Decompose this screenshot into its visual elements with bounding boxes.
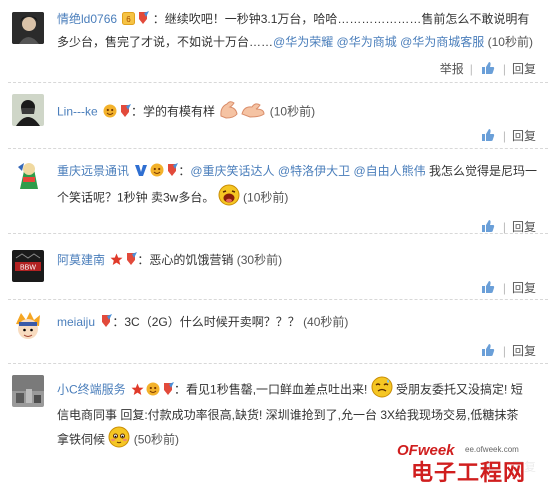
comment-text: ：恶心的饥饿营销 (137, 253, 234, 267)
verified-v-icon (134, 163, 148, 184)
reply-button[interactable]: 回复 (512, 59, 536, 79)
mention-link[interactable]: @自由人熊伟 (353, 164, 425, 178)
comment-item: Lin---ke ：学的有模有样 (10秒前) | 回复 (0, 83, 554, 148)
medal-icon (100, 314, 113, 335)
user-avatar-icon (12, 310, 44, 342)
medal-icon (166, 163, 179, 184)
svg-text:6: 6 (127, 15, 132, 24)
medal-icon (137, 11, 150, 32)
medal-icon (125, 252, 138, 273)
comment-actions: | 回复 (479, 125, 536, 145)
ofweek-watermark-logo: OFweek ee.ofweek.com 电子工程网 (389, 436, 554, 488)
comment-actions: 举报 | | 回复 (440, 58, 536, 78)
reply-button[interactable]: 回复 (512, 278, 536, 298)
report-button[interactable]: 举报 (440, 59, 464, 79)
star-icon (131, 382, 144, 403)
user-avatar-icon: BBW (12, 250, 44, 282)
avatar[interactable] (12, 375, 44, 407)
medal-icon (119, 103, 132, 125)
user-avatar-icon (12, 12, 44, 44)
mention-link[interactable]: @华为商城客服 (400, 35, 484, 49)
avatar[interactable] (12, 159, 44, 191)
star-icon (110, 252, 123, 273)
watermark-logo: OFweek (397, 442, 455, 459)
blush-emoji-icon (108, 426, 130, 455)
user-avatar-icon (12, 159, 44, 191)
watermark: OFweek ee.ofweek.com 电子工程网 (389, 436, 554, 488)
watermark-site-name: 电子工程网 (411, 461, 526, 486)
comment-actions: | 回复 (479, 340, 536, 360)
timestamp: (50秒前) (133, 432, 180, 447)
like-icon[interactable] (479, 341, 497, 361)
laughing-emoji-icon (218, 184, 240, 213)
timestamp: (10秒前) (487, 35, 533, 49)
emoji-badge-icon (150, 163, 164, 184)
comment-text: ：学的有模有样 (131, 104, 216, 119)
medal-icon (162, 381, 175, 403)
comment-item: meiaiju ：3C（2G）什么时候开卖啊？？？ (40秒前) | 回复 (0, 300, 554, 363)
like-icon[interactable] (479, 59, 497, 79)
username-link[interactable]: meiaiju (57, 315, 95, 329)
mention-link[interactable]: @特洛伊大卫 (278, 164, 350, 178)
emoji-badge-icon (103, 104, 117, 125)
comment-item: BBW 阿莫建南 ：恶心的饥饿营销 (30秒前) | 回复 (0, 234, 554, 299)
avatar[interactable] (12, 310, 44, 342)
mention-link[interactable]: @华为商城 (337, 35, 397, 49)
separator: | (502, 280, 506, 295)
comment-text: ： (178, 164, 191, 178)
muscle-emoji-icon (240, 100, 266, 125)
mention-link[interactable]: @重庆笑话达人 (190, 164, 274, 178)
separator: | (469, 61, 473, 76)
user-avatar-icon (12, 375, 44, 407)
timestamp: (10秒前) (243, 190, 289, 205)
username-link[interactable]: 阿莫建南 (57, 253, 105, 267)
timestamp: (40秒前) (303, 315, 349, 329)
comment-actions: | 回复 (479, 277, 536, 297)
like-icon[interactable] (479, 278, 497, 298)
separator: | (502, 343, 506, 358)
mention-link[interactable]: @华为荣耀 (273, 35, 333, 49)
separator: | (502, 128, 506, 143)
avatar[interactable] (12, 94, 44, 126)
username-link[interactable]: Lin---ke (57, 105, 98, 119)
username-link[interactable]: 重庆远景通讯 (57, 164, 129, 178)
avatar[interactable]: BBW (12, 250, 44, 282)
comment-item: 重庆远景通讯 ：@重庆笑话达人 @特洛伊大卫 @自由人熊伟 我怎么觉得是尼玛一个… (0, 149, 554, 234)
reply-button[interactable]: 回复 (512, 126, 536, 146)
comment-item: 情绝ld0766 6 ：继续吹吧！一秒钟3.1万台，哈哈…………………售前怎么不… (0, 0, 554, 82)
user-avatar-icon (12, 94, 44, 126)
svg-text:BBW: BBW (20, 265, 36, 272)
watermark-url: ee.ofweek.com (465, 445, 519, 454)
emoji-badge-icon (146, 382, 160, 403)
reply-button[interactable]: 回复 (512, 341, 536, 361)
separator: | (502, 61, 506, 76)
username-link[interactable]: 小C终端服务 (57, 383, 126, 397)
muscle-emoji-icon (218, 99, 240, 126)
comment-text: ：3C（2G）什么时候开卖啊？？？ (112, 315, 300, 329)
vip-badge-icon: 6 (122, 11, 136, 32)
timestamp: (30秒前) (236, 253, 283, 267)
timestamp: (10秒前) (269, 104, 316, 119)
sweat-emoji-icon (371, 376, 393, 405)
avatar[interactable] (12, 12, 44, 44)
like-icon[interactable] (479, 126, 497, 146)
username-link[interactable]: 情绝ld0766 (57, 12, 117, 26)
comment-text: ：看见1秒售罄,一口鲜血差点吐出来! (174, 382, 368, 397)
